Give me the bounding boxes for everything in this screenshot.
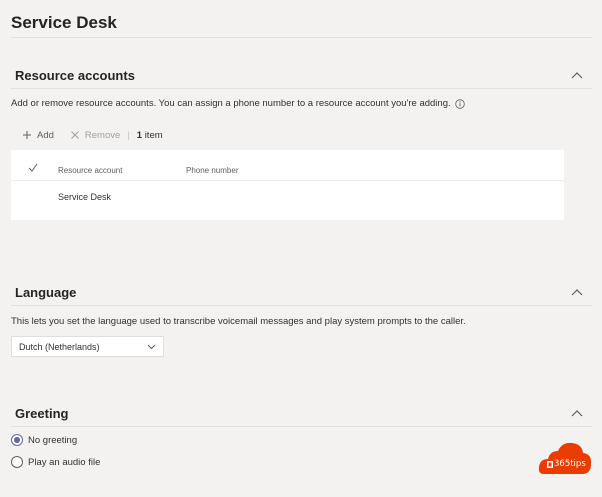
section-divider [11, 305, 592, 306]
column-header-phone-number[interactable]: Phone number [186, 166, 238, 175]
radio-no-greeting[interactable]: No greeting [11, 434, 77, 446]
cell-resource-account: Service Desk [58, 192, 112, 202]
radio-play-audio-file[interactable]: Play an audio file [11, 456, 100, 468]
section-divider [11, 88, 592, 89]
close-icon [71, 131, 79, 139]
toolbar-separator: | [127, 129, 130, 141]
section-divider [11, 426, 592, 427]
radio-button[interactable] [11, 456, 23, 468]
item-count-label: item [144, 129, 163, 141]
resource-accounts-header[interactable]: Resource accounts [15, 68, 584, 83]
language-description: This lets you set the language used to t… [11, 316, 466, 327]
table-row[interactable]: Service Desk [11, 181, 564, 213]
chevron-up-icon[interactable] [570, 288, 584, 298]
item-count: 1 item [137, 130, 163, 141]
language-header[interactable]: Language [15, 285, 584, 300]
remove-label: Remove [84, 129, 121, 141]
remove-button[interactable]: Remove [70, 130, 120, 141]
accounts-toolbar: Add Remove | 1 item [11, 120, 564, 150]
365tips-logo: 365tips [538, 441, 592, 475]
radio-button-checked[interactable] [11, 434, 23, 446]
resource-accounts-description: Add or remove resource accounts. You can… [11, 98, 465, 109]
language-dropdown[interactable]: Dutch (Netherlands) [11, 336, 164, 357]
page-title: Service Desk [11, 13, 117, 32]
chevron-down-icon [147, 344, 156, 349]
greeting-header[interactable]: Greeting [15, 406, 584, 421]
add-label: Add [37, 129, 54, 141]
column-header-resource-account[interactable]: Resource account [58, 166, 122, 175]
chevron-up-icon[interactable] [570, 409, 584, 419]
item-count-number: 1 [136, 129, 143, 141]
title-divider [11, 37, 592, 38]
select-all-check-icon[interactable] [28, 163, 38, 172]
description-text: Add or remove resource accounts. You can… [11, 98, 451, 109]
table-header: Resource account Phone number [11, 150, 564, 181]
chevron-up-icon[interactable] [570, 71, 584, 81]
radio-label: Play an audio file [28, 456, 101, 468]
badge-text: 365tips [554, 459, 586, 469]
cloud-icon [538, 442, 592, 474]
accounts-table: Resource account Phone number Service De… [11, 150, 564, 220]
language-selected-value: Dutch (Netherlands) [19, 341, 100, 352]
radio-label: No greeting [28, 434, 78, 446]
add-button[interactable]: Add [22, 130, 54, 141]
greeting-title: Greeting [15, 406, 69, 421]
language-description-text: This lets you set the language used to t… [11, 316, 466, 327]
language-title: Language [15, 285, 77, 300]
info-icon[interactable] [454, 98, 465, 109]
resource-accounts-title: Resource accounts [15, 68, 135, 83]
plus-icon [23, 131, 31, 139]
